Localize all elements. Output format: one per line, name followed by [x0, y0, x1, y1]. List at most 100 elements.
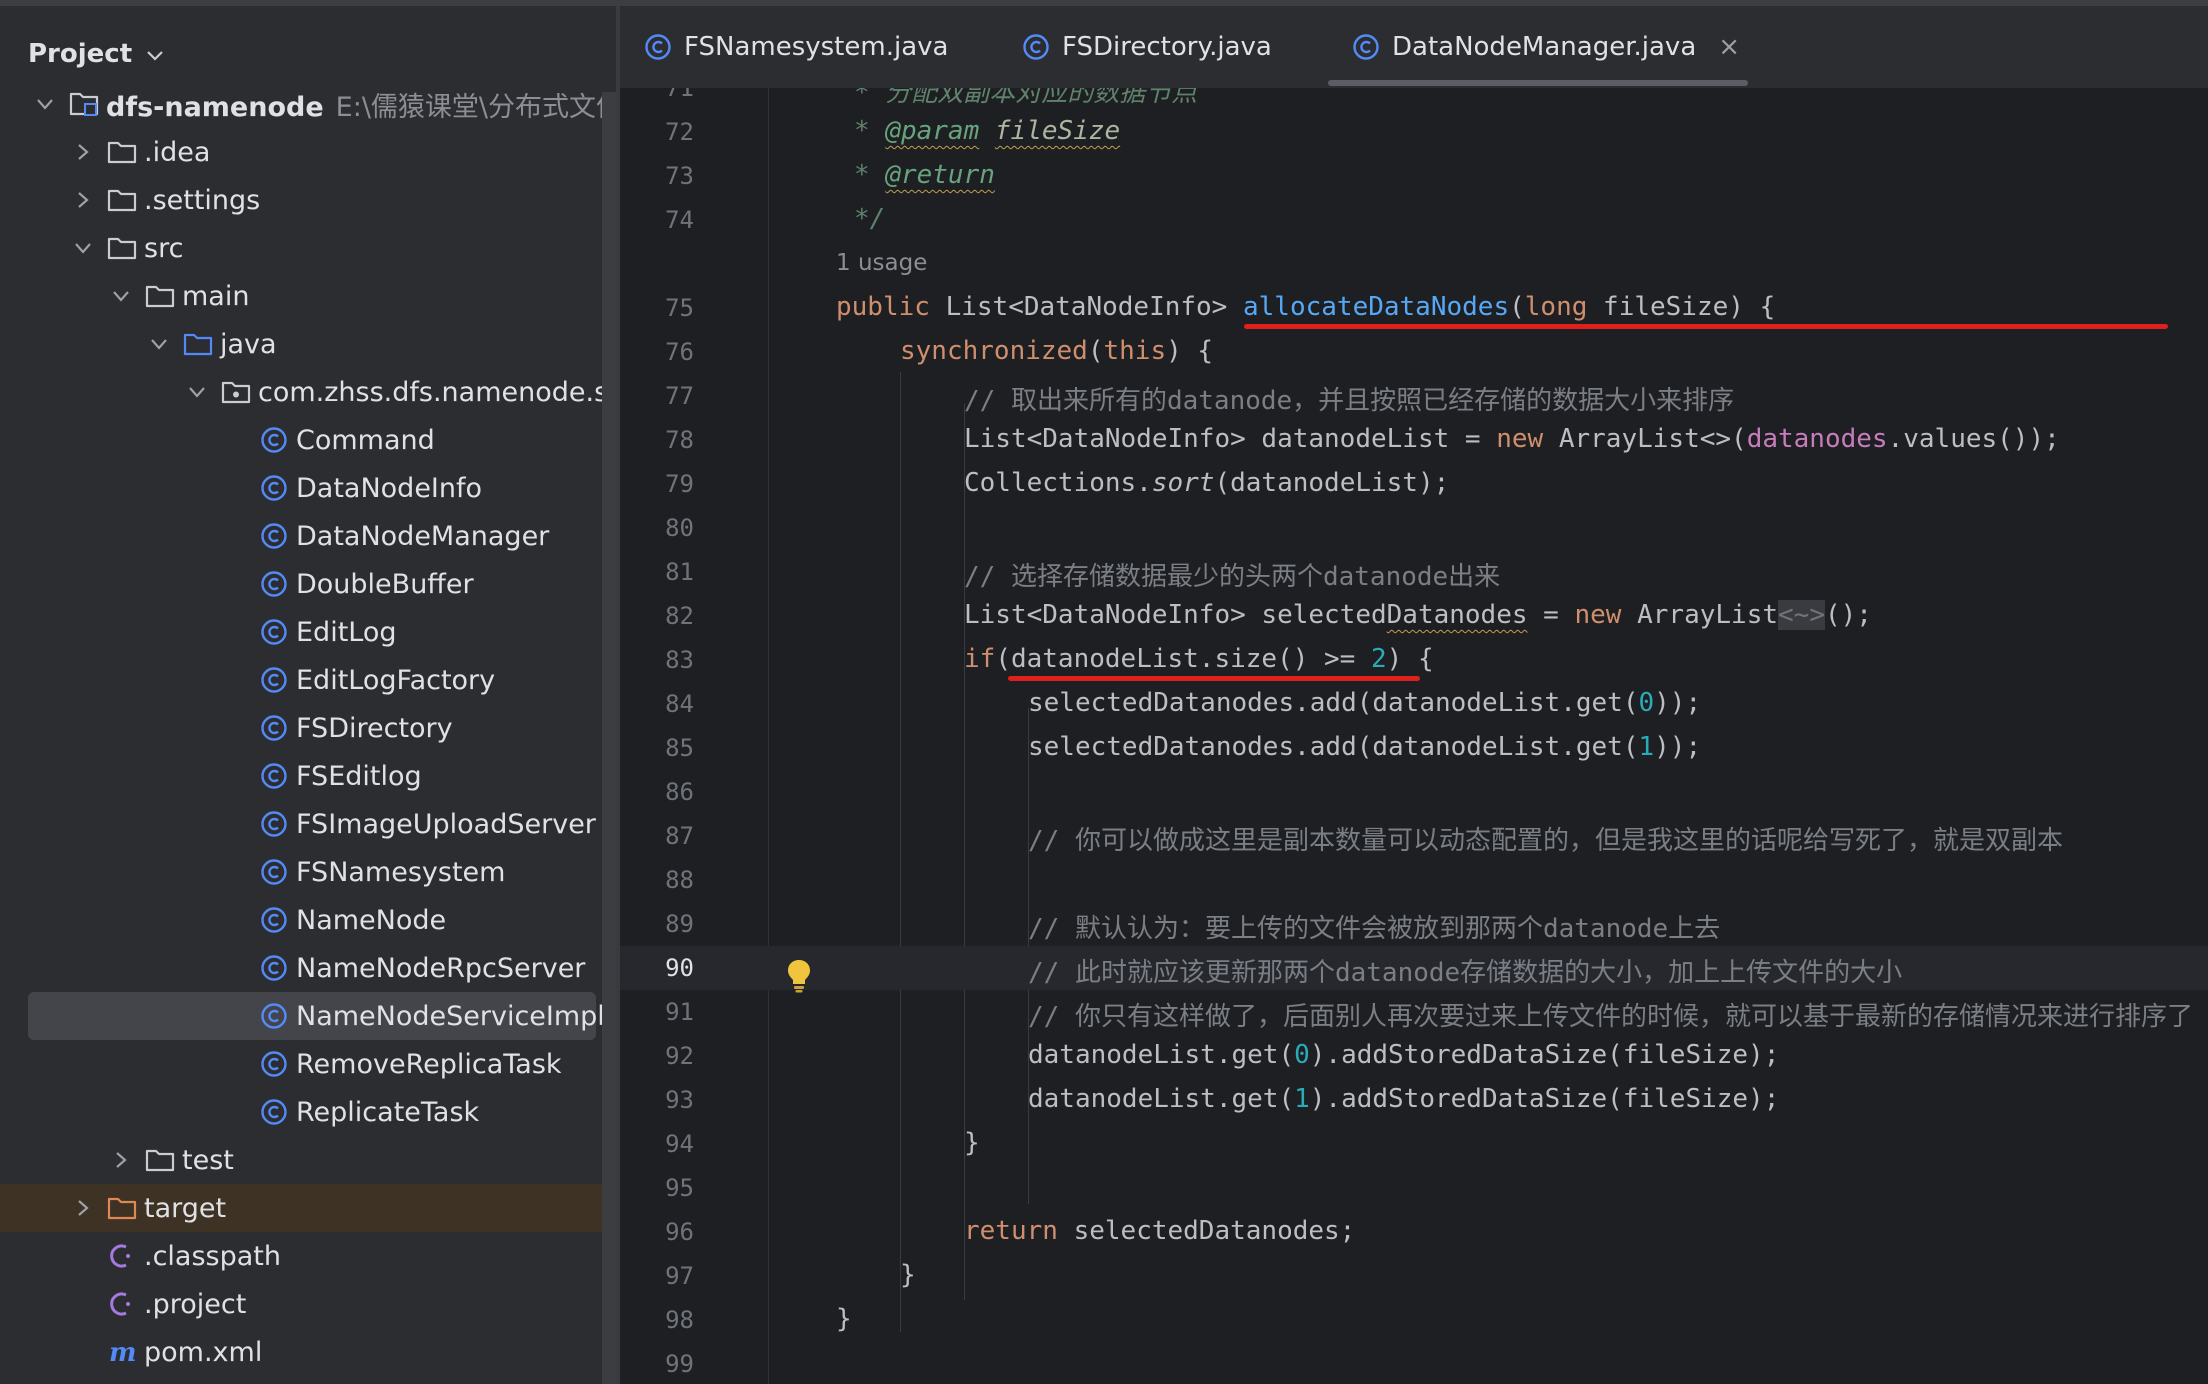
class-icon [258, 616, 290, 648]
chevron-down-icon[interactable] [34, 93, 56, 115]
code-line: 97 } [665, 1260, 916, 1290]
tree-item-editlogfactory[interactable]: EditLogFactory [0, 656, 616, 704]
chevron-right-icon[interactable] [72, 141, 94, 163]
source-folder-icon [182, 328, 214, 360]
tab-label: FSNamesystem.java [684, 32, 949, 62]
tree-item-test[interactable]: test [0, 1136, 616, 1184]
tree-item-fsdirectory[interactable]: FSDirectory [0, 704, 616, 752]
project-tree-scrollbar[interactable] [602, 92, 616, 1384]
tree-item-target[interactable]: target [0, 1184, 616, 1232]
svg-text:m: m [109, 1338, 137, 1366]
usage-hint-line[interactable]: 1 usage [620, 242, 2208, 286]
tree-item-label: target [144, 1193, 226, 1224]
class-icon [258, 568, 290, 600]
tree-item-text: com.zhss.dfs.namenode.serv [258, 376, 616, 408]
chevron-right-icon[interactable] [72, 189, 94, 211]
chevron-down-icon[interactable] [110, 285, 132, 307]
tree-item-namenoderpcserver[interactable]: NameNodeRpcServer [0, 944, 616, 992]
code-line: 93 datanodeList.get(1).addStoredDataSize… [665, 1084, 1780, 1114]
code-line: 78 List<DataNodeInfo> datanodeList = new… [665, 424, 2060, 454]
class-icon [644, 33, 672, 61]
chevron-down-icon[interactable] [146, 39, 164, 69]
tree-item-fseditlog[interactable]: FSEditlog [0, 752, 616, 800]
tree-item-text: EditLog [296, 616, 397, 648]
class-icon [258, 424, 290, 456]
lightbulb-icon[interactable] [786, 958, 812, 994]
code-line: 79 Collections.sort(datanodeList); [665, 468, 1450, 498]
code-line: 85 selectedDatanodes.add(datanodeList.ge… [665, 732, 1702, 762]
code-line: 87 // 你可以做成这里是副本数量可以动态配置的，但是我这里的话呢给写死了，就… [665, 822, 2063, 856]
code-editor[interactable]: 71 * 分配双副本对应的数据节点 72 * @param fileSize 7… [620, 88, 2208, 1384]
tree-item-dfs-namenode[interactable]: dfs-namenode E:\儒猿课堂\分布式文件系 [0, 80, 616, 128]
project-panel-header[interactable]: Project [28, 28, 164, 80]
chevron-down-icon[interactable] [72, 237, 94, 259]
tree-item-pom-xml[interactable]: m pom.xml [0, 1328, 616, 1376]
tree-item-command[interactable]: Command [0, 416, 616, 464]
tree-item-fsimageuploadserver[interactable]: FSImageUploadServer [0, 800, 616, 848]
code-line: 95 [665, 1174, 694, 1202]
package-icon [220, 376, 252, 408]
diamond-placeholder[interactable]: <~> [1778, 600, 1825, 630]
tree-item-doublebuffer[interactable]: DoubleBuffer [0, 560, 616, 608]
tree-item-text: RemoveReplicaTask [296, 1048, 562, 1080]
tree-item-namenode[interactable]: NameNode [0, 896, 616, 944]
tree-item-label: Command [296, 425, 435, 456]
tree-item-com-zhss-dfs-namenode-serv[interactable]: com.zhss.dfs.namenode.serv [0, 368, 616, 416]
tree-item-replicatetask[interactable]: ReplicateTask [0, 1088, 616, 1136]
class-icon [258, 712, 290, 744]
chevron-right-icon[interactable] [72, 1197, 94, 1219]
code-line: 94 } [665, 1128, 980, 1158]
tree-item-src[interactable]: src [0, 224, 616, 272]
tree-item-project[interactable]: .project [0, 1280, 616, 1328]
tree-item-text: .settings [144, 184, 261, 216]
eclipse-file-icon [106, 1288, 138, 1320]
folder-icon [106, 184, 138, 216]
chevron-down-icon[interactable] [148, 333, 170, 355]
excluded-folder-icon [106, 1192, 138, 1224]
class-icon [258, 856, 290, 888]
tree-item-text: ReplicateTask [296, 1096, 480, 1128]
tree-item-classpath[interactable]: .classpath [0, 1232, 616, 1280]
tree-item-label: FSDirectory [296, 713, 453, 744]
tree-item-datanodeinfo[interactable]: DataNodeInfo [0, 464, 616, 512]
class-icon [1022, 33, 1050, 61]
usage-hint[interactable]: 1 usage [836, 250, 927, 276]
tree-item-removereplicatask[interactable]: RemoveReplicaTask [0, 1040, 616, 1088]
tab-fsdirectory[interactable]: FSDirectory.java [1022, 6, 1272, 88]
tree-item-text: src [144, 232, 184, 264]
tree-item-fsnamesystem[interactable]: FSNamesystem [0, 848, 616, 896]
active-tab-indicator [1328, 80, 1748, 86]
close-icon[interactable]: × [1718, 32, 1740, 62]
chevron-right-icon[interactable] [110, 1149, 132, 1171]
tree-item-label: EditLog [296, 617, 397, 648]
tree-item-namenodeserviceimpl[interactable]: NameNodeServiceImpl [28, 992, 605, 1040]
tree-item-label: FSNamesystem [296, 857, 505, 888]
class-icon [258, 1048, 290, 1080]
tree-item-text: main [182, 280, 250, 312]
tree-item-java[interactable]: java [0, 320, 616, 368]
tree-item-datanodemanager[interactable]: DataNodeManager [0, 512, 616, 560]
tree-item-text: pom.xml [144, 1336, 263, 1368]
tree-item-idea[interactable]: .idea [0, 128, 616, 176]
code-line: 74 */ [665, 204, 886, 234]
tree-item-label: .classpath [144, 1241, 281, 1272]
tree-item-settings[interactable]: .settings [0, 176, 616, 224]
class-icon [258, 808, 290, 840]
tree-item-text: DataNodeInfo [296, 472, 483, 504]
tab-label: FSDirectory.java [1062, 32, 1272, 62]
code-line: 89 // 默认认为：要上传的文件会被放到那两个datanode上去 [665, 910, 1721, 944]
tree-item-label: NameNodeRpcServer [296, 953, 585, 984]
tree-item-text: EditLogFactory [296, 664, 496, 696]
code-line: 96 return selectedDatanodes; [665, 1216, 1356, 1246]
chevron-down-icon[interactable] [186, 381, 208, 403]
tree-item-main[interactable]: main [0, 272, 616, 320]
code-line: 80 [665, 514, 694, 542]
tree-item-text: FSNamesystem [296, 856, 506, 888]
project-panel-title: Project [28, 39, 133, 69]
code-line: 91 // 你只有这样做了，后面别人再次要过来上传文件的时候，就可以基于最新的存… [665, 998, 2193, 1032]
tree-item-label: pom.xml [144, 1337, 262, 1368]
tab-datanodemanager[interactable]: DataNodeManager.java × [1352, 6, 1740, 88]
tree-item-editlog[interactable]: EditLog [0, 608, 616, 656]
tree-item-label: src [144, 233, 183, 264]
tab-fsnamesystem[interactable]: FSNamesystem.java [644, 6, 948, 88]
